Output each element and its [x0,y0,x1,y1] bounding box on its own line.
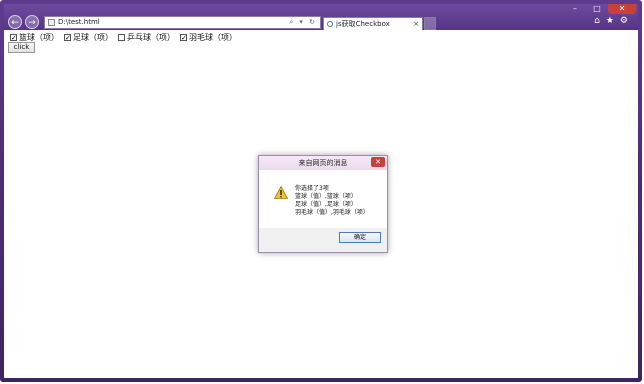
checkbox-pingpong[interactable]: 乒乓球（项） [118,32,175,43]
ie-icon [327,21,333,27]
forward-button[interactable]: → [25,15,39,29]
click-button[interactable]: click [8,42,35,53]
checkbox-pingpong-box[interactable] [118,34,125,41]
dialog-title: 来自网页的消息 [259,156,387,170]
dialog-message: 你选择了3项 篮球（值）,篮球（项） 足球（值）,足球（项） 羽毛球（值）,羽毛… [295,185,369,217]
close-window-button[interactable]: ✕ [608,4,636,14]
gear-icon[interactable]: ⚙ [620,16,628,26]
dialog-footer: 确定 [259,228,387,252]
dialog-message-line: 羽毛球（值）,羽毛球（项） [295,209,369,216]
back-button[interactable]: ← [8,15,22,29]
address-bar[interactable]: D:\test.html ⌕ ▾ ↻ [44,16,321,29]
dialog-message-line: 足球（值）,足球（项） [295,201,357,208]
tab-title: js获取Checkbox [336,20,390,28]
new-tab-button[interactable] [424,17,436,30]
checkbox-pingpong-label: 乒乓球（项） [127,33,175,42]
checkbox-football-label: 足球（项） [73,33,113,42]
dialog-message-line: 你选择了3项 [295,185,329,192]
checkbox-badminton-label: 羽毛球（项） [189,33,237,42]
browser-tools: ⌂ ★ ⚙ [594,16,628,26]
warning-icon [274,186,288,199]
favorites-icon[interactable]: ★ [606,16,614,26]
checkbox-badminton-box[interactable]: ✓ [180,34,187,42]
tab-close-icon[interactable]: × [413,18,419,30]
dialog-body: 你选择了3项 篮球（值）,篮球（项） 足球（值）,足球（项） 羽毛球（值）,羽毛… [259,170,387,228]
checkbox-football[interactable]: ✓ 足球（项） [64,32,113,43]
alert-dialog: 来自网页的消息 ✕ 你选择了3项 篮球（值）,篮球（项） 足球（值）,足球（项）… [258,155,388,253]
window-controls: – □ ✕ [564,4,636,14]
browser-toolbar: – □ ✕ ← → D:\test.html ⌕ ▾ ↻ js获取Checkbo… [4,4,638,30]
checkbox-group: ✓ 篮球（项） ✓ 足球（项） 乒乓球（项） ✓ 羽毛球（项） [10,32,242,43]
page-icon [48,19,55,26]
minimize-button[interactable]: – [564,4,586,14]
dialog-close-button[interactable]: ✕ [371,157,385,167]
tab-active[interactable]: js获取Checkbox × [323,17,423,30]
checkbox-basketball-box[interactable]: ✓ [10,34,17,42]
checkbox-badminton[interactable]: ✓ 羽毛球（项） [180,32,237,43]
checkbox-football-box[interactable]: ✓ [64,34,71,42]
ok-button[interactable]: 确定 [339,232,381,243]
address-text[interactable]: D:\test.html [58,17,100,28]
browser-window: – □ ✕ ← → D:\test.html ⌕ ▾ ↻ js获取Checkbo… [0,0,642,382]
home-icon[interactable]: ⌂ [594,16,600,26]
dialog-message-line: 篮球（值）,篮球（项） [295,193,357,200]
address-controls[interactable]: ⌕ ▾ ↻ [289,17,317,28]
maximize-button[interactable]: □ [586,4,608,14]
